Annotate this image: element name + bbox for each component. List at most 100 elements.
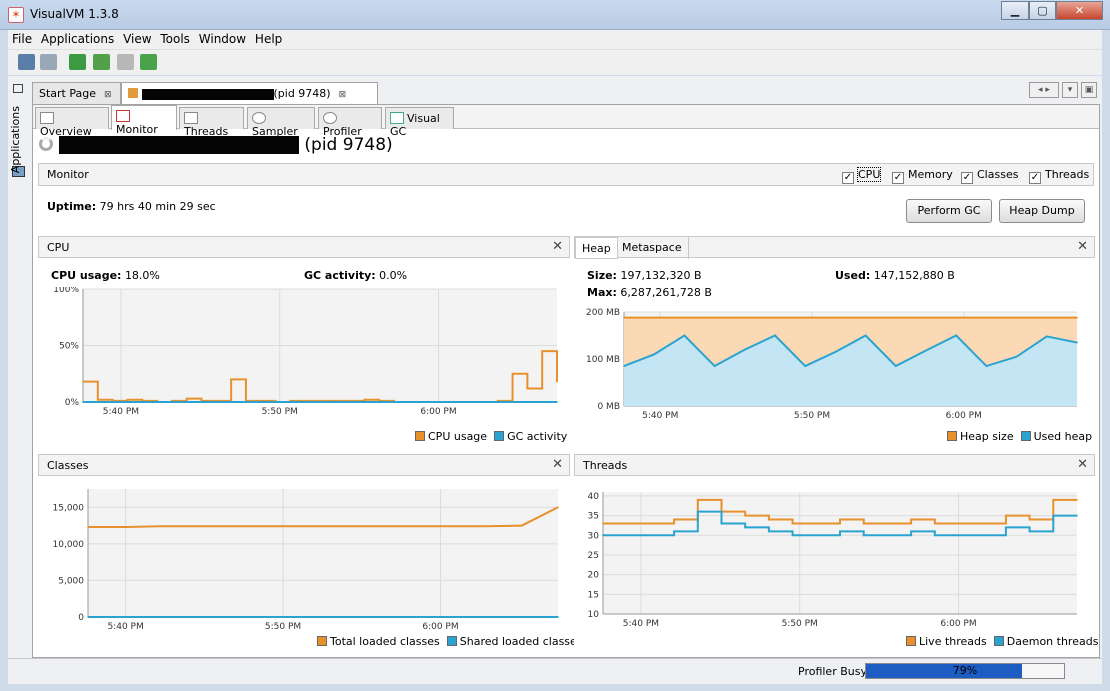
data-point [467, 401, 469, 403]
tab-scroll-arrows-icon[interactable]: ◂ ▸ [1029, 82, 1059, 98]
data-point [304, 401, 306, 403]
tab-threads[interactable]: Threads [179, 107, 244, 138]
plot-area [603, 492, 1077, 614]
legend-label: Daemon threads [1006, 635, 1099, 648]
heap-panel-header: Heap Metaspace ✕ [574, 236, 1095, 259]
cpu-checkbox[interactable]: ✓ CPU [842, 167, 882, 184]
data-point [541, 401, 543, 403]
document-tabs: Start Page ⊠ (pid 9748) ⊠ [32, 82, 1102, 104]
tab-start-page[interactable]: Start Page ⊠ [32, 82, 121, 104]
heap-size-value: 197,132,320 B [620, 269, 702, 282]
close-tab-icon[interactable]: ⊠ [104, 90, 112, 100]
data-point [1005, 514, 1007, 517]
threads-panel: Threads ✕ 40 35 30 25 20 15 10 5:40 PM 5:50 PM 6:… [574, 454, 1098, 652]
data-point [683, 334, 686, 337]
data-point [957, 522, 960, 525]
data-point [82, 380, 84, 383]
classes-checkbox[interactable]: ✓ Classes [961, 168, 1018, 184]
legend-label: CPU usage [428, 430, 488, 443]
menu-applications[interactable]: Applications [37, 30, 114, 46]
classes-chart: 15,000 10,000 5,000 0 5:40 PM 5:50 PM 6:00 PM [53, 489, 559, 632]
x-tick-label: 5:40 PM [103, 407, 139, 417]
tab-visual-gc[interactable]: Visual GC [385, 107, 454, 138]
tab-overview[interactable]: Overview [35, 107, 109, 138]
java-app-icon [128, 88, 138, 98]
data-point [185, 397, 188, 400]
tab-application-label: (pid 9748) [273, 87, 331, 100]
data-point [697, 510, 699, 513]
gc-activity-stat: GC activity: 0.0% [304, 269, 407, 282]
menu-file[interactable]: File [8, 30, 32, 46]
data-point [910, 530, 912, 533]
add-remote-host-icon[interactable] [93, 54, 110, 70]
data-point [804, 316, 806, 319]
tab-list-dropdown-icon[interactable]: ▾ [1062, 82, 1078, 98]
data-point [910, 518, 912, 521]
legend-swatch [1020, 431, 1031, 441]
heap-max-value: 6,287,261,728 B [620, 286, 712, 299]
save-icon[interactable] [40, 54, 57, 70]
menu-tools[interactable]: Tools [156, 30, 190, 46]
tab-profiler[interactable]: Profiler [318, 107, 382, 138]
restore-panel-icon[interactable] [13, 84, 23, 93]
data-point [412, 525, 415, 528]
threads-legend: Live threads Daemon threads [906, 635, 1098, 648]
tab-application[interactable]: (pid 9748) ⊠ [121, 82, 378, 104]
profiler-progress-bar: 79% [865, 663, 1065, 679]
data-point [195, 525, 198, 528]
heap-dump-button[interactable]: Heap Dump [999, 199, 1085, 223]
close-panel-icon[interactable]: ✕ [1077, 239, 1088, 254]
close-tab-icon[interactable]: ⊠ [339, 90, 347, 100]
cpu-usage-stat: CPU usage: 18.0% [51, 269, 160, 282]
data-point [267, 616, 270, 618]
add-jmx-connection-icon[interactable] [69, 54, 86, 70]
data-point [334, 401, 336, 403]
data-point [378, 401, 381, 403]
data-point [159, 616, 162, 618]
data-point [448, 525, 451, 528]
data-point [864, 334, 867, 337]
menu-help[interactable]: Help [251, 30, 282, 46]
x-tick-label: 6:00 PM [946, 411, 982, 421]
data-point [437, 401, 440, 403]
applications-side-tab[interactable]: Applications [9, 106, 22, 173]
restore-window-icon[interactable]: ▣ [1081, 82, 1097, 98]
data-point [245, 401, 247, 403]
threads-checkbox[interactable]: ✓ Threads [1029, 168, 1089, 184]
classes-panel-header: Classes ✕ [38, 454, 570, 476]
tab-heap[interactable]: Heap [575, 237, 618, 259]
menu-view[interactable]: View [119, 30, 151, 46]
tab-monitor[interactable]: Monitor [111, 105, 177, 136]
x-tick-label: 6:00 PM [420, 407, 456, 417]
tab-sampler[interactable]: Sampler [247, 107, 315, 138]
close-panel-icon[interactable]: ✕ [552, 239, 563, 254]
data-point [304, 525, 306, 528]
menu-window[interactable]: Window [195, 30, 246, 46]
tab-metaspace[interactable]: Metaspace [616, 237, 689, 259]
cpu-usage-value: 18.0% [124, 269, 160, 282]
data-point [123, 616, 125, 618]
add-snapshot-icon[interactable] [140, 54, 157, 70]
heap-used-stat: Used: 147,152,880 B [835, 269, 955, 282]
perform-gc-button[interactable]: Perform GC [906, 199, 992, 223]
memory-checkbox-label: Memory [908, 168, 953, 181]
threads-chart: 40 35 30 25 20 15 10 5:40 PM 5:50 PM 6:00 PM [588, 492, 1078, 629]
close-panel-icon[interactable]: ✕ [552, 457, 563, 472]
close-window-button[interactable]: ✕ [1056, 1, 1103, 20]
minimize-button[interactable]: ▁ [1001, 1, 1029, 20]
add-vm-coredump-icon[interactable] [117, 54, 134, 70]
data-point [649, 534, 652, 537]
cpu-checkbox-label: CPU [856, 167, 882, 182]
data-point [1076, 316, 1078, 319]
heap-size-label: Size: [587, 269, 617, 282]
data-point [185, 401, 188, 403]
load-snapshot-icon[interactable] [18, 54, 35, 70]
memory-checkbox[interactable]: ✓ Memory [892, 168, 953, 184]
data-point [195, 616, 198, 618]
close-panel-icon[interactable]: ✕ [1077, 457, 1088, 472]
data-point [744, 526, 746, 529]
heap-max-stat: Max: 6,287,261,728 B [587, 286, 712, 299]
data-point [126, 401, 129, 403]
data-point [484, 525, 487, 528]
maximize-button[interactable]: ▢ [1029, 1, 1056, 20]
